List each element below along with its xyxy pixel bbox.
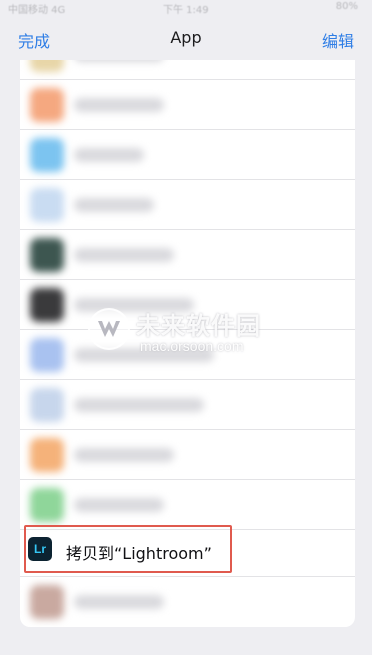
list-item[interactable]	[20, 230, 355, 280]
app-icon	[30, 238, 64, 272]
app-icon	[30, 488, 64, 522]
edit-button[interactable]: 编辑	[322, 28, 354, 52]
app-icon	[30, 188, 64, 222]
app-icon	[30, 388, 64, 422]
list-item[interactable]	[20, 130, 355, 180]
app-icon	[30, 288, 64, 322]
app-icon	[30, 438, 64, 472]
status-time: 下午 1:49	[163, 5, 209, 16]
list-item[interactable]	[20, 430, 355, 480]
list-item[interactable]	[20, 80, 355, 130]
list-item[interactable]	[20, 480, 355, 530]
watermark-brand: 未来软件园	[136, 312, 261, 340]
carrier-label: 中国移动 4G	[8, 5, 66, 16]
list-item[interactable]	[20, 380, 355, 430]
app-icon	[30, 60, 64, 72]
page-title: App	[170, 28, 202, 47]
nav-bar: 完成 App 编辑	[0, 16, 372, 60]
app-icon	[30, 585, 64, 619]
watermark-url: mac.orsoon.com	[140, 338, 244, 354]
highlight-box	[24, 525, 232, 573]
app-icon	[30, 88, 64, 122]
list-item[interactable]	[20, 180, 355, 230]
battery-label: 80%	[335, 1, 358, 12]
app-icon	[30, 338, 64, 372]
app-icon	[30, 138, 64, 172]
status-bar: 中国移动 4G 下午 1:49 80%	[0, 0, 372, 16]
list-item[interactable]	[20, 577, 355, 627]
list-item[interactable]	[20, 60, 355, 80]
watermark-logo-icon	[88, 308, 130, 350]
watermark: 未来软件园 mac.orsoon.com	[88, 302, 288, 362]
